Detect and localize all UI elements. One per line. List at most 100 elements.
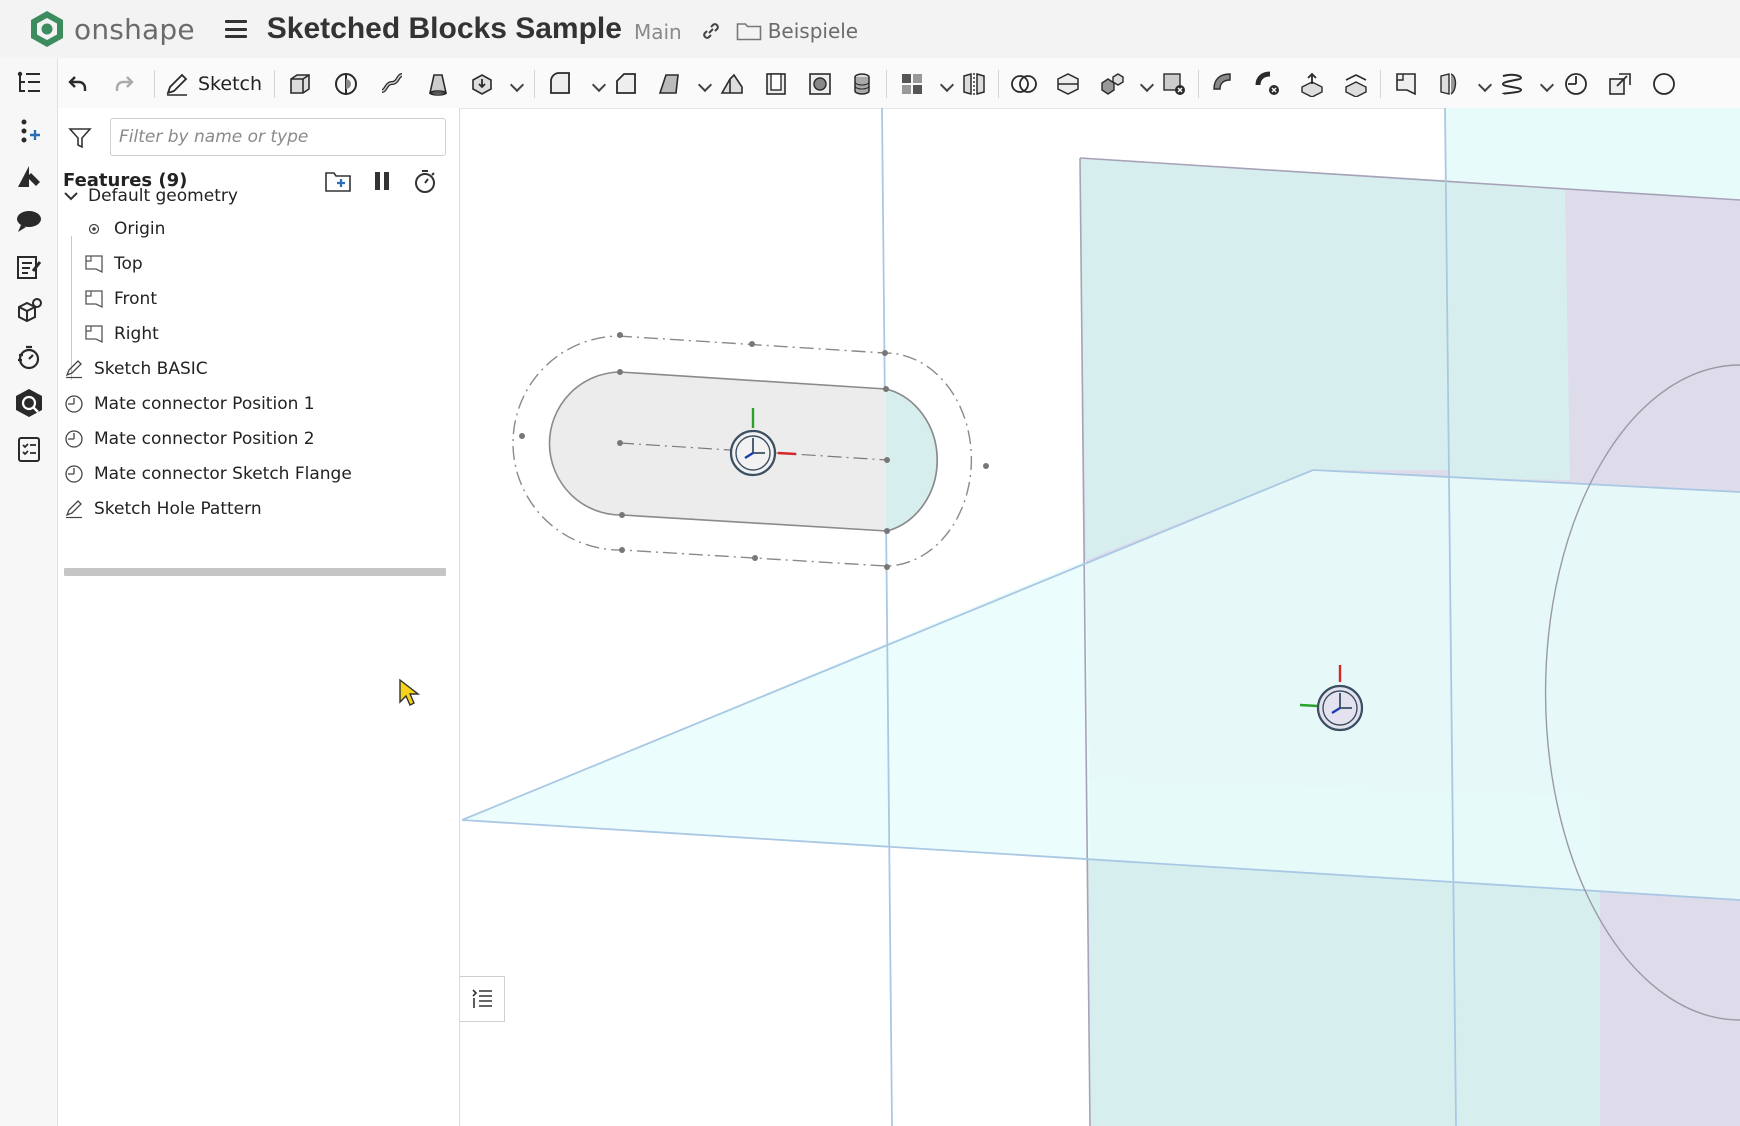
split-icon[interactable] — [1054, 70, 1082, 98]
mate-connector-icon — [64, 464, 84, 484]
document-title[interactable]: Sketched Blocks Sample — [267, 12, 622, 46]
feature-item-origin[interactable]: Origin — [84, 215, 165, 243]
folder-name: Beispiele — [767, 19, 859, 43]
fillet-dropdown-chevron-icon[interactable] — [591, 77, 607, 93]
sketch-button[interactable]: Sketch — [164, 68, 262, 100]
mouse-cursor-icon — [399, 678, 420, 706]
more-tools-icon[interactable] — [1650, 70, 1678, 98]
toolbar-separator — [1380, 70, 1381, 98]
feature-item-mate-connector-position-2[interactable]: Mate connector Position 2 — [64, 425, 315, 453]
insert-part-icon[interactable] — [14, 115, 44, 145]
plane-icon — [84, 289, 104, 309]
app-store-icon[interactable] — [14, 388, 44, 418]
parts-variable-icon[interactable] — [14, 296, 44, 326]
default-geometry-label: Default geometry — [88, 186, 238, 206]
toolbar-separator — [998, 70, 999, 98]
feature-item-right[interactable]: Right — [84, 320, 159, 348]
chevron-down-icon[interactable] — [62, 187, 80, 205]
feature-list-panel: Features (9) Default geometry Origin Top… — [58, 108, 460, 1126]
surface-dropdown-chevron-icon[interactable] — [1477, 77, 1493, 93]
hole-icon[interactable] — [806, 70, 834, 98]
feature-toolbar: Sketch — [58, 58, 1740, 109]
undo-icon[interactable] — [64, 70, 92, 98]
derived-icon[interactable] — [1606, 70, 1634, 98]
link-icon[interactable] — [700, 20, 722, 42]
extrude-icon[interactable] — [286, 70, 314, 98]
helix-icon[interactable] — [1498, 70, 1526, 98]
rollback-bar[interactable] — [64, 568, 446, 576]
branch-label[interactable]: Main — [634, 20, 682, 44]
redo-icon[interactable] — [110, 70, 138, 98]
slot-cyan-end — [886, 389, 938, 531]
transform-icon[interactable] — [1098, 70, 1126, 98]
feature-item-front[interactable]: Front — [84, 285, 157, 313]
stopwatch-icon[interactable] — [412, 168, 438, 194]
draft-icon[interactable] — [656, 70, 684, 98]
list-icon — [472, 989, 492, 1008]
feature-item-mate-connector-position-1[interactable]: Mate connector Position 1 — [64, 390, 315, 418]
folder-icon — [736, 23, 761, 41]
shell-icon[interactable] — [762, 70, 790, 98]
move-face-icon[interactable] — [1298, 70, 1326, 98]
transform-dropdown-chevron-icon[interactable] — [1139, 77, 1155, 93]
feature-item-mate-connector-sketch-flange[interactable]: Mate connector Sketch Flange — [64, 460, 352, 488]
mirror-icon[interactable] — [960, 70, 988, 98]
replace-face-icon[interactable] — [1342, 70, 1370, 98]
revolve-icon[interactable] — [332, 70, 360, 98]
pattern-icon[interactable] — [898, 70, 926, 98]
delete-part-icon[interactable] — [1160, 70, 1188, 98]
surface-icon[interactable] — [1436, 70, 1464, 98]
stopwatch-icon[interactable] — [14, 342, 44, 372]
graphics-viewport[interactable] — [460, 108, 1740, 1126]
notes-icon[interactable] — [14, 252, 44, 282]
cylinder-icon[interactable] — [848, 70, 876, 98]
sketch-label: Sketch — [198, 73, 263, 95]
list-toggle-button[interactable] — [460, 976, 505, 1022]
folder-breadcrumb[interactable]: Beispiele — [736, 19, 858, 43]
menu-icon[interactable] — [224, 20, 247, 38]
plane-icon[interactable] — [1392, 70, 1420, 98]
rib-icon[interactable] — [718, 70, 746, 98]
default-geometry-group[interactable]: Default geometry — [62, 182, 238, 210]
thicken-icon[interactable] — [468, 70, 496, 98]
top-bar: onshape Sketched Blocks Sample Main Beis… — [0, 0, 1740, 59]
appearance-icon[interactable] — [14, 162, 44, 192]
feature-item-top[interactable]: Top — [84, 250, 143, 278]
top-plane-left — [462, 560, 1090, 860]
filter-icon[interactable] — [68, 126, 92, 150]
onshape-logo[interactable]: onshape — [30, 10, 195, 48]
loft-icon[interactable] — [424, 70, 452, 98]
plane-icon — [84, 324, 104, 344]
filter-input[interactable] — [110, 118, 446, 156]
comments-icon[interactable] — [14, 206, 44, 236]
chamfer-icon[interactable] — [612, 70, 640, 98]
pencil-icon — [166, 73, 188, 96]
add-folder-icon[interactable] — [324, 168, 352, 194]
checklist-icon[interactable] — [14, 434, 44, 464]
feature-item-sketch-basic[interactable]: Sketch BASIC — [64, 355, 208, 383]
features-header-actions — [324, 168, 438, 194]
delete-face-icon[interactable] — [1254, 70, 1282, 98]
onshape-logo-icon — [31, 11, 63, 47]
feature-item-label: Sketch BASIC — [94, 359, 208, 379]
viewport-canvas[interactable] — [460, 108, 1740, 1126]
feature-item-label: Right — [114, 324, 159, 344]
sketch-icon — [64, 499, 84, 519]
modify-fillet-icon[interactable] — [1210, 70, 1238, 98]
fillet-icon[interactable] — [546, 70, 574, 98]
sketch-icon — [64, 359, 84, 379]
helix-dropdown-chevron-icon[interactable] — [1539, 77, 1555, 93]
mate-connector-icon[interactable] — [1562, 70, 1590, 98]
mate-connector-icon — [64, 394, 84, 414]
feature-item-label: Front — [114, 289, 157, 309]
draft-dropdown-chevron-icon[interactable] — [697, 77, 713, 93]
thicken-dropdown-chevron-icon[interactable] — [509, 77, 525, 93]
pause-icon[interactable] — [372, 168, 392, 194]
feature-list-icon[interactable] — [14, 68, 44, 98]
feature-item-label: Sketch Hole Pattern — [94, 499, 262, 519]
feature-item-sketch-hole-pattern[interactable]: Sketch Hole Pattern — [64, 495, 262, 523]
app-name: onshape — [74, 12, 195, 46]
pattern-dropdown-chevron-icon[interactable] — [939, 77, 955, 93]
sweep-icon[interactable] — [378, 70, 406, 98]
boolean-icon[interactable] — [1010, 70, 1038, 98]
